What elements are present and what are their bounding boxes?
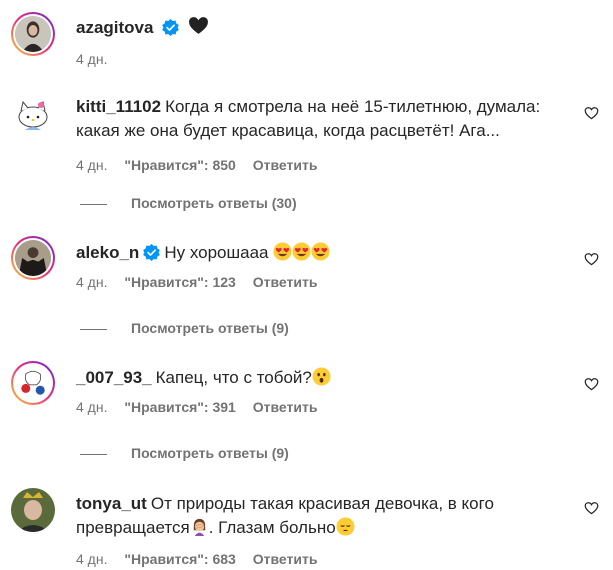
avatar-photo (15, 240, 51, 276)
avatar-photo (15, 365, 51, 401)
verified-badge-icon (162, 19, 180, 36)
view-replies-label: Посмотреть ответы (9) (131, 320, 289, 336)
like-heart-icon[interactable] (584, 106, 599, 120)
avatar[interactable] (11, 12, 55, 56)
username[interactable]: aleko_n (76, 243, 139, 262)
reply-button[interactable]: Ответить (253, 274, 318, 290)
likes-count[interactable]: "Нравится": 683 (124, 551, 235, 567)
avatar-photo (15, 16, 51, 52)
avatar[interactable] (11, 92, 55, 136)
view-replies-button[interactable]: Посмотреть ответы (9) (80, 319, 289, 337)
black-heart-emoji (189, 17, 208, 34)
view-replies-button[interactable]: Посмотреть ответы (9) (80, 444, 289, 462)
likes-count[interactable]: "Нравится": 391 (124, 399, 235, 415)
likes-count[interactable]: "Нравится": 850 (124, 157, 235, 173)
pensive-face-emoji (336, 517, 355, 536)
username[interactable]: kitti_11102 (76, 97, 161, 116)
likes-count[interactable]: "Нравится": 123 (124, 274, 235, 290)
comment-text: aleko_n Ну хорошааа (76, 241, 569, 265)
caption-text: azagitova (76, 15, 569, 40)
verified-badge-icon (143, 244, 161, 261)
timestamp[interactable]: 4 дн. (76, 157, 107, 173)
comment-body: Капец, что с тобой? (155, 368, 312, 387)
comment-text: tonya_ut От природы такая красивая девочк… (76, 492, 569, 540)
divider-line (80, 453, 107, 455)
reply-button[interactable]: Ответить (253, 157, 318, 173)
heart-eyes-emoji (311, 242, 330, 261)
hello-kitty-avatar (11, 92, 55, 136)
username[interactable]: _007_93_ (76, 368, 152, 387)
comment-text: kitti_11102 Когда я смотрела на неё 15-ти… (76, 95, 569, 143)
timestamp[interactable]: 4 дн. (76, 399, 107, 415)
view-replies-label: Посмотреть ответы (30) (131, 195, 297, 211)
divider-line (80, 328, 107, 330)
avatar[interactable] (11, 361, 55, 405)
view-replies-button[interactable]: Посмотреть ответы (30) (80, 194, 297, 212)
avatar[interactable] (11, 236, 55, 280)
like-heart-icon[interactable] (584, 252, 599, 266)
timestamp[interactable]: 4 дн. (76, 274, 107, 290)
avatar-photo (11, 488, 55, 532)
astonished-face-emoji (312, 367, 331, 386)
timestamp[interactable]: 4 дн. (76, 551, 107, 567)
like-heart-icon[interactable] (584, 501, 599, 515)
comment-text: _007_93_ Капец, что с тобой? (76, 366, 569, 390)
reply-button[interactable]: Ответить (253, 551, 318, 567)
reply-button[interactable]: Ответить (253, 399, 318, 415)
comment-body: Ну хорошааа (164, 243, 269, 262)
view-replies-label: Посмотреть ответы (9) (131, 445, 289, 461)
heart-eyes-emoji (273, 242, 292, 261)
avatar[interactable] (11, 488, 55, 532)
like-heart-icon[interactable] (584, 377, 599, 391)
username[interactable]: tonya_ut (76, 494, 147, 513)
woman-facepalming-emoji (193, 518, 205, 536)
heart-eyes-emoji (292, 242, 311, 261)
timestamp[interactable]: 4 дн. (76, 51, 107, 67)
username[interactable]: azagitova (76, 18, 153, 37)
comment-body-part2: . Глазам больно (208, 518, 336, 537)
divider-line (80, 203, 107, 205)
